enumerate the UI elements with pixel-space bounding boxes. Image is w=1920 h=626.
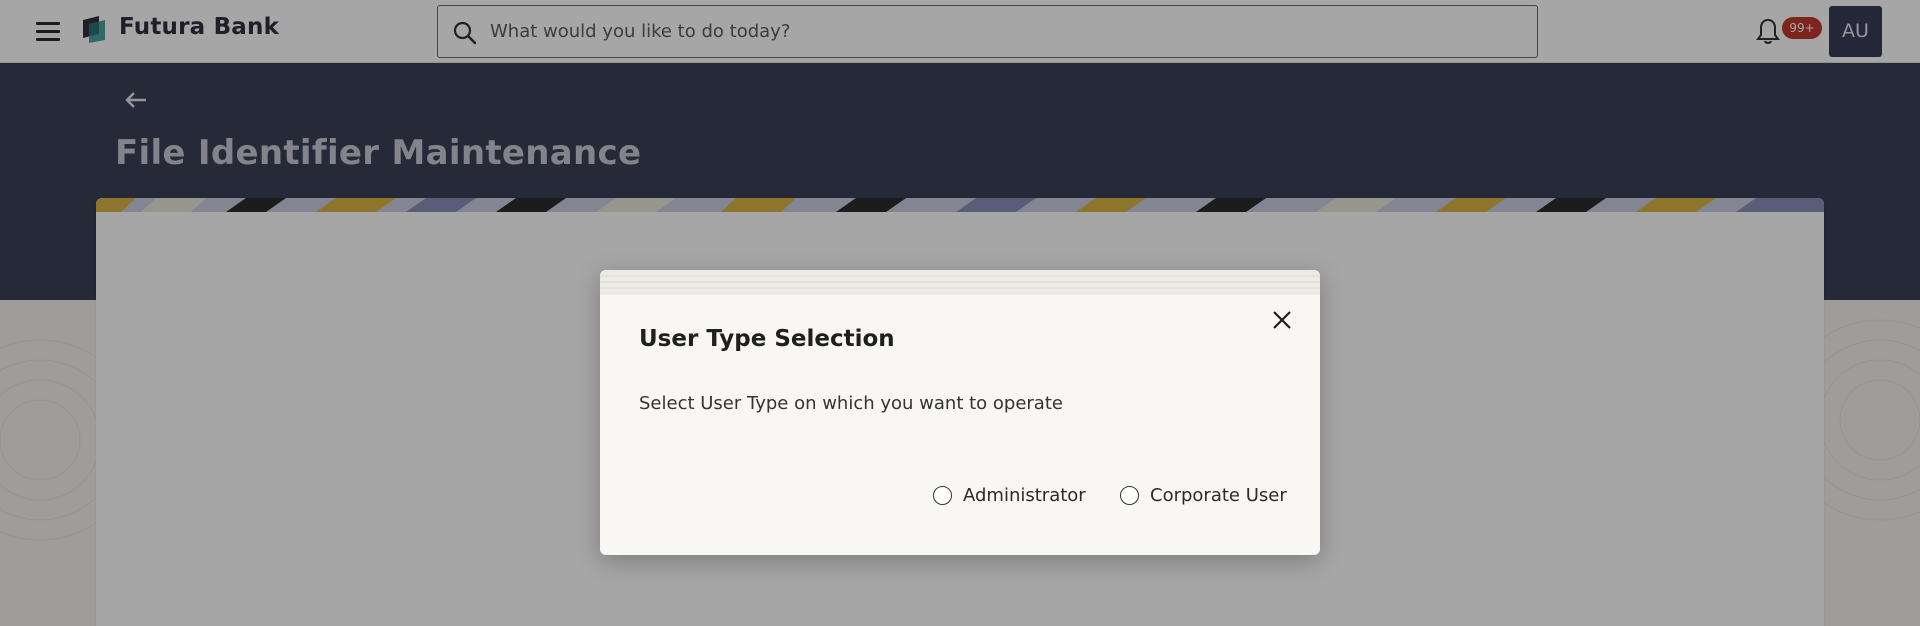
radio-button[interactable]	[933, 485, 952, 505]
modal-message: Select User Type on which you want to op…	[639, 393, 1063, 414]
radio-option-administrator[interactable]: Administrator	[933, 483, 1086, 507]
radio-label: Corporate User	[1150, 484, 1287, 506]
close-icon[interactable]	[1270, 308, 1294, 332]
radio-option-corporate-user[interactable]: Corporate User	[1120, 483, 1287, 507]
modal-title: User Type Selection	[639, 326, 895, 352]
radio-label: Administrator	[963, 484, 1086, 506]
modal-decorative-strip	[600, 270, 1320, 295]
radio-button[interactable]	[1120, 485, 1139, 505]
user-type-modal: User Type Selection Select User Type on …	[600, 270, 1320, 555]
